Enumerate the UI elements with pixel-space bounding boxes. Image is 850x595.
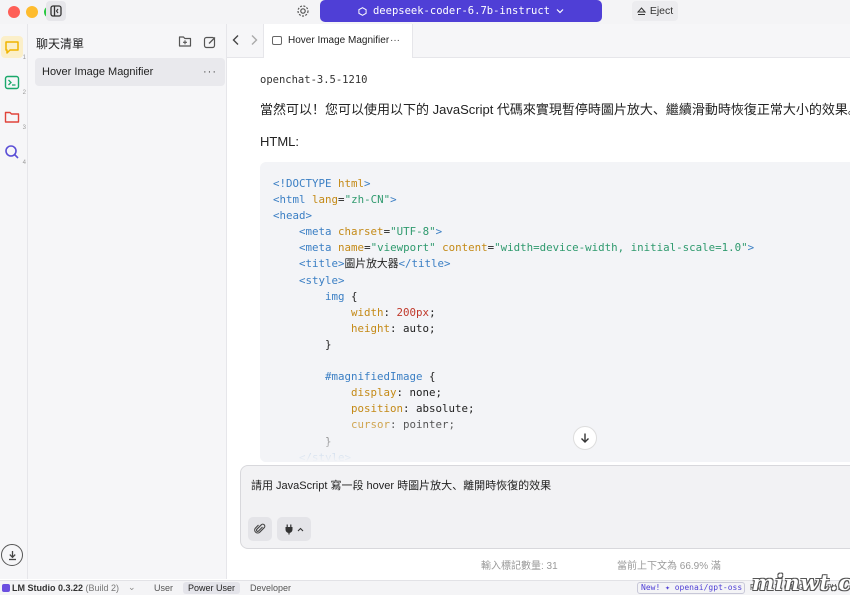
rail-developer-button[interactable]: 2 — [1, 71, 26, 96]
rail-discover-button[interactable]: 4 — [1, 141, 26, 166]
build-label: (Build 2) — [85, 583, 120, 593]
minimize-window-button[interactable] — [26, 6, 38, 18]
paperclip-icon — [254, 523, 266, 534]
sidebar-toggle-icon — [50, 5, 62, 17]
chat-bubble-icon — [272, 36, 282, 45]
rail-developer-number: 2 — [22, 90, 26, 96]
status-bar: LM Studio 0.3.22 (Build 2) ⌄ User Power … — [0, 580, 850, 595]
eject-label: Eject — [649, 5, 674, 17]
terminal-icon — [4, 75, 20, 89]
tab-hover-image-magnifier[interactable]: Hover Image Magnifier ··· — [263, 24, 413, 58]
watermark: minwt.com — [752, 570, 850, 595]
code-section-label: HTML: — [260, 134, 299, 149]
chevron-right-icon[interactable] — [249, 33, 259, 49]
eject-icon — [636, 6, 646, 15]
search-icon — [5, 145, 19, 159]
rail-chat-number: 1 — [22, 55, 26, 61]
model-select-dropdown[interactable]: deepseek-coder-6.7b-instruct — [320, 0, 602, 22]
settings-gear-icon[interactable] — [295, 4, 311, 20]
chevron-down-icon — [556, 9, 564, 14]
title-bar: deepseek-coder-6.7b-instruct Eject — [0, 0, 850, 24]
chevron-up-icon — [297, 527, 304, 531]
assistant-message-text: 當然可以！您可以使用以下的 JavaScript 代碼來實現暫停時圖片放大、繼續… — [260, 102, 850, 117]
tab-more-icon[interactable]: ··· — [390, 24, 400, 58]
downloads-button[interactable] — [1, 544, 23, 566]
chevron-down-icon[interactable]: ⌄ — [128, 582, 136, 593]
chat-item-more-icon[interactable]: ··· — [203, 58, 217, 86]
new-model-badge[interactable]: New! ✦ openai/gpt-oss — [637, 582, 745, 594]
chevron-left-icon[interactable] — [231, 33, 241, 49]
model-icon — [358, 6, 367, 16]
tab-label: Hover Image Magnifier — [288, 35, 390, 46]
message-input-box[interactable]: 請用 JavaScript 寫一段 hover 時圖片放大、離開時恢復的效果 — [240, 465, 850, 549]
token-count: 輸入標記數量: 31 — [481, 561, 558, 572]
code-fade-overlay — [260, 412, 850, 462]
chat-icon — [5, 40, 19, 54]
app-name-label: LM Studio 0.3.22 — [12, 583, 84, 593]
folder-icon — [4, 111, 20, 123]
app-version: LM Studio 0.3.22 (Build 2) — [12, 583, 119, 593]
code-block: <!DOCTYPE html> <html lang="zh-CN"> <hea… — [260, 162, 850, 462]
message-input[interactable]: 請用 JavaScript 寫一段 hover 時圖片放大、離開時恢復的效果 — [251, 477, 551, 493]
close-window-button[interactable] — [8, 6, 20, 18]
rail-chat-button[interactable]: 1 — [1, 36, 26, 61]
context-usage: 當前上下文為 66.9% 滿 — [617, 561, 721, 572]
plug-icon — [285, 524, 293, 534]
mode-developer-button[interactable]: Developer — [245, 582, 296, 594]
mode-user-button[interactable]: User — [149, 582, 178, 594]
arrow-down-icon — [581, 433, 589, 443]
message-model-name: openchat-3.5-1210 — [260, 74, 368, 86]
sidebar-toggle-button[interactable] — [46, 1, 66, 21]
rail-discover-number: 4 — [22, 160, 26, 166]
mode-power-user-button[interactable]: Power User — [183, 582, 241, 594]
new-chat-icon[interactable] — [203, 35, 217, 49]
chat-list-panel: 聊天清單 Hover Image Magnifier ··· — [28, 24, 227, 579]
attach-button[interactable] — [248, 517, 272, 541]
integrations-button[interactable] — [277, 517, 311, 541]
download-icon — [8, 550, 16, 560]
new-folder-icon[interactable] — [178, 35, 192, 49]
lm-studio-logo-icon — [2, 584, 10, 592]
chat-list-item[interactable]: Hover Image Magnifier ··· — [35, 58, 225, 86]
tab-bar: Hover Image Magnifier ··· — [227, 24, 850, 58]
rail-models-button[interactable]: 3 — [1, 106, 26, 131]
rail-models-number: 3 — [22, 125, 26, 131]
chat-list-item-label: Hover Image Magnifier — [42, 66, 154, 78]
chat-list-title: 聊天清單 — [36, 37, 85, 51]
scroll-to-bottom-button[interactable] — [573, 426, 597, 450]
eject-button[interactable]: Eject — [632, 1, 678, 21]
left-rail: 1 2 3 4 — [0, 24, 28, 579]
model-select-label: deepseek-coder-6.7b-instruct — [372, 5, 550, 17]
